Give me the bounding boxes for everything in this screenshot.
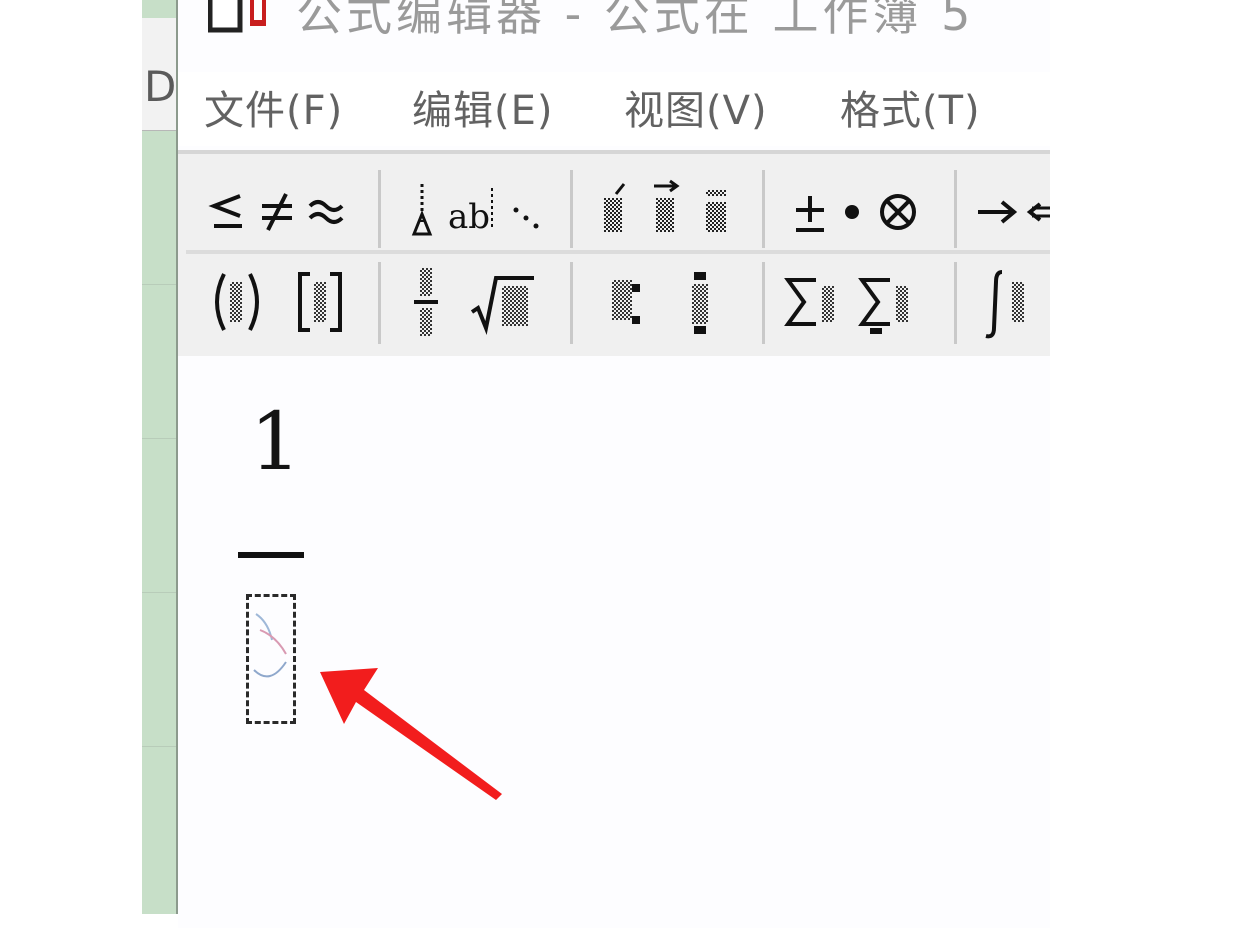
toolbar-separator (762, 262, 765, 344)
title-bar: 公式编辑器 - 公式在 工作簿 5 (208, 0, 1008, 40)
operator-symbols-icon (796, 194, 916, 232)
menu-edit[interactable]: 编辑(E) (412, 78, 553, 136)
fence-templates-icon (215, 272, 342, 332)
fraction-numerator[interactable]: 1 (250, 402, 301, 482)
operator-symbols-palette[interactable] (790, 172, 940, 256)
row-gridline (142, 438, 176, 439)
subscript-superscript-templates-palette[interactable] (606, 264, 756, 348)
menu-view[interactable]: 视图(V) (624, 78, 768, 136)
row-gridline (142, 746, 176, 747)
fraction-bar (238, 552, 304, 558)
menu-format[interactable]: 格式(T) (840, 78, 981, 136)
relational-symbols-icon (208, 193, 344, 231)
embellishments-icon (604, 179, 726, 232)
spaces-ellipses-palette[interactable]: ab (406, 172, 556, 256)
toolbar-separator (954, 262, 957, 344)
spaces-ellipses-icon: ab (411, 184, 539, 237)
red-pointer-arrow-icon (320, 668, 502, 800)
subscript-superscript-templates-icon (612, 272, 708, 334)
row-gridline (142, 284, 176, 285)
column-header-cell[interactable]: D (142, 18, 176, 131)
toolbar-separator (762, 170, 765, 248)
toolbar-separator (378, 170, 381, 248)
arrow-symbols-palette[interactable] (974, 172, 1050, 256)
svg-text:ab: ab (448, 197, 490, 237)
toolbar-separator (954, 170, 957, 248)
fence-templates-palette[interactable] (206, 264, 386, 348)
symbol-template-toolbar: ab (178, 150, 1050, 356)
spreadsheet-column-strip: D (142, 0, 178, 914)
menu-file[interactable]: 文件(F) (204, 78, 343, 136)
embellishments-palette[interactable] (598, 172, 748, 256)
window-title: 公式编辑器 - 公式在 工作簿 5 (296, 0, 975, 40)
column-header-label: D (144, 62, 177, 111)
fraction-radical-templates-palette[interactable] (410, 264, 560, 348)
equation-editor-app-icon (208, 0, 266, 33)
toolbar-separator (570, 170, 573, 248)
toolbar-separator (570, 262, 573, 344)
summation-templates-icon (784, 278, 908, 334)
arrow-symbols-icon (978, 200, 1050, 224)
summation-templates-palette[interactable] (782, 264, 942, 348)
equation-canvas[interactable] (178, 352, 1050, 928)
toolbar-separator (378, 262, 381, 344)
relational-symbols-palette[interactable] (206, 172, 386, 256)
integral-templates-icon (985, 270, 1024, 339)
fraction-radical-templates-icon (414, 268, 534, 336)
row-gridline (142, 592, 176, 593)
insertion-cursor-icon (253, 613, 287, 678)
menu-bar: 文件(F) 编辑(E) 视图(V) 格式(T) (178, 72, 1050, 146)
integral-templates-palette[interactable] (982, 264, 1050, 348)
